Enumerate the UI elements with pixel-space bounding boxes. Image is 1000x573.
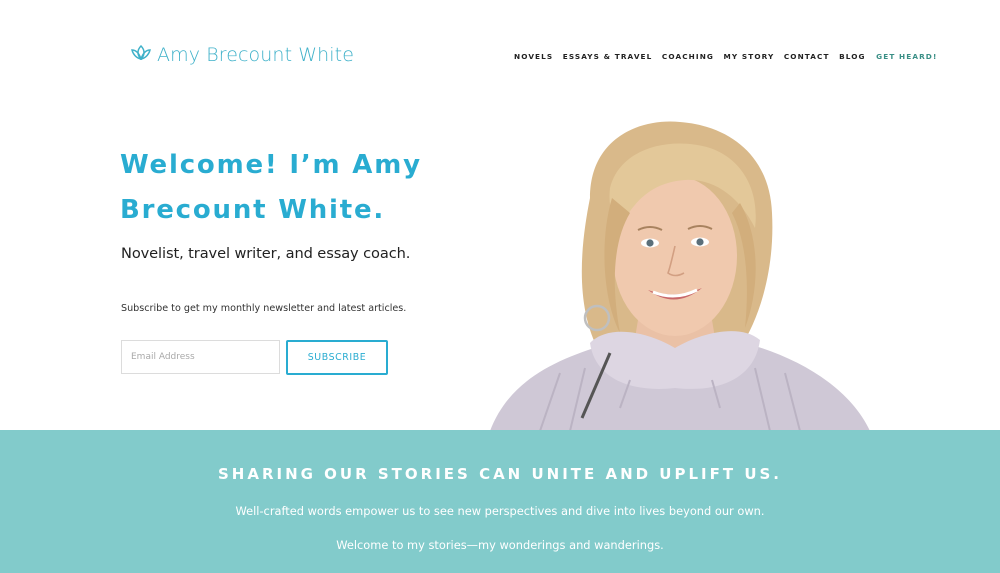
nav-contact[interactable]: CONTACT xyxy=(784,52,830,61)
hero-title: Welcome! I’m Amy Brecount White. xyxy=(120,150,422,225)
mission-text-2: Welcome to my stories—my wonderings and … xyxy=(336,538,664,552)
nav-blog[interactable]: BLOG xyxy=(839,52,866,61)
email-input[interactable] xyxy=(121,340,280,374)
main-nav: NOVELS ESSAYS & TRAVEL COACHING MY STORY… xyxy=(514,52,937,61)
nav-novels[interactable]: NOVELS xyxy=(514,52,553,61)
mission-text-1: Well-crafted words empower us to see new… xyxy=(235,504,765,518)
newsletter-prompt: Subscribe to get my monthly newsletter a… xyxy=(121,303,407,314)
author-portrait xyxy=(470,118,880,431)
nav-essays-travel[interactable]: ESSAYS & TRAVEL xyxy=(563,52,653,61)
mission-heading: SHARING OUR STORIES CAN UNITE AND UPLIFT… xyxy=(217,465,783,483)
nav-get-heard[interactable]: GET HEARD! xyxy=(876,52,937,61)
logo-text: Amy Brecount White xyxy=(157,44,355,66)
hero-tagline: Novelist, travel writer, and essay coach… xyxy=(121,245,411,262)
nav-coaching[interactable]: COACHING xyxy=(662,52,714,61)
subscribe-button[interactable]: SUBSCRIBE xyxy=(286,340,388,375)
mission-band: SHARING OUR STORIES CAN UNITE AND UPLIFT… xyxy=(0,430,1000,573)
lotus-icon xyxy=(131,44,151,66)
nav-my-story[interactable]: MY STORY xyxy=(724,52,775,61)
site-logo[interactable]: Amy Brecount White xyxy=(131,44,354,66)
